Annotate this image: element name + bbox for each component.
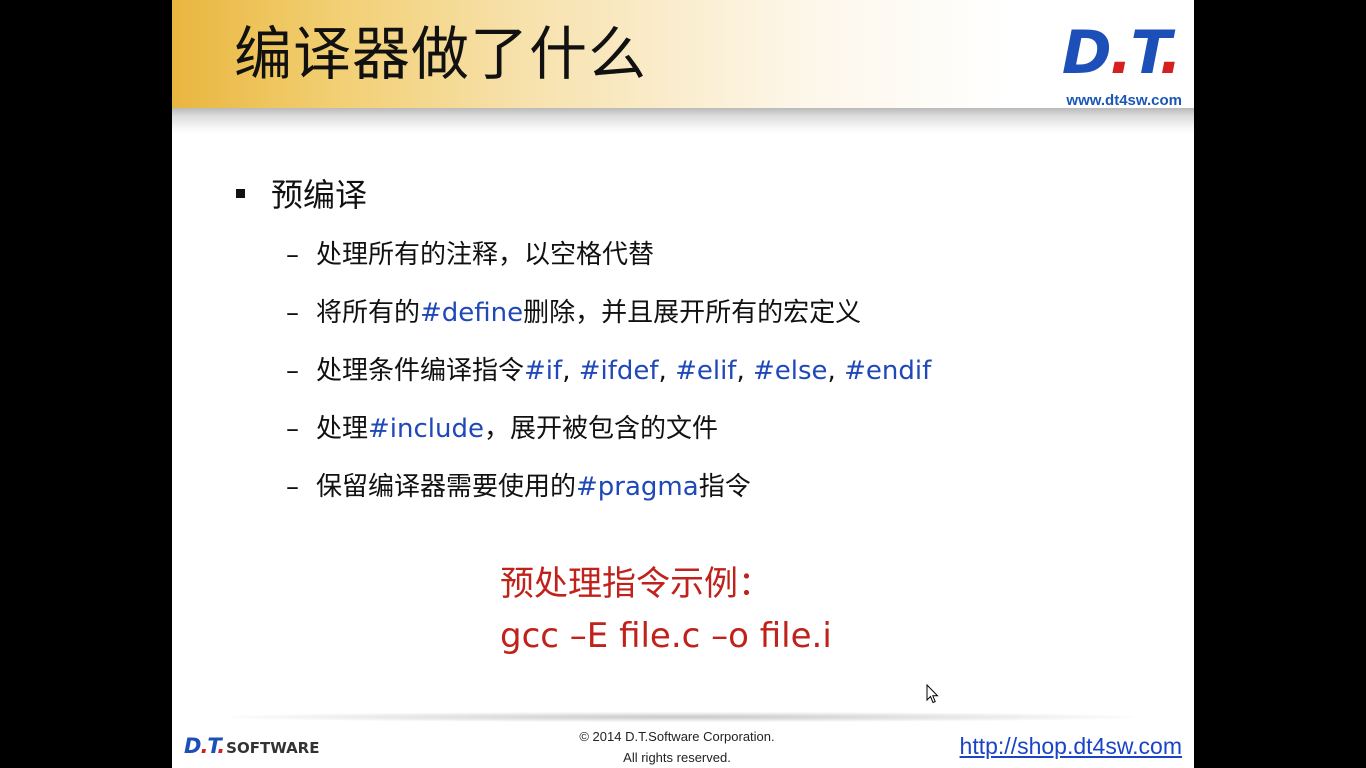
main-bullet-text: 预编译 — [271, 176, 368, 214]
code-keyword: #ifdef — [578, 356, 659, 386]
logo-dot-2: . — [1159, 18, 1182, 88]
footer-logo-d: D — [184, 734, 201, 758]
example-command: gcc –E file.c –o file.i — [500, 616, 832, 656]
dash-marker: – — [286, 298, 299, 328]
code-keyword: #define — [420, 298, 524, 328]
code-keyword: #include — [368, 414, 484, 444]
square-bullet-icon — [236, 188, 245, 198]
copyright-line-2: All rights reserved. — [623, 750, 731, 765]
item-text: ，展开被包含的文件 — [484, 414, 719, 444]
sub-item-1: – 处理所有的注释，以空格代替 — [286, 234, 654, 271]
footer-divider — [232, 712, 1132, 722]
header-shadow — [172, 108, 1194, 134]
code-keyword: #pragma — [576, 472, 699, 502]
logo-url: www.dt4sw.com — [1066, 92, 1182, 109]
item-text: 指令 — [698, 472, 751, 502]
dt-logo: D.T. — [1061, 18, 1182, 88]
copyright-line-1: © 2014 D.T.Software Corporation. — [579, 729, 775, 744]
dash-marker: – — [286, 356, 299, 386]
code-keyword: #else — [753, 356, 828, 386]
mouse-pointer-icon — [926, 684, 939, 704]
slide-header: 编译器做了什么 D.T. www.dt4sw.com — [172, 0, 1194, 110]
copyright: © 2014 D.T.Software Corporation. All rig… — [552, 726, 802, 768]
logo-letter-d: D — [1061, 18, 1112, 88]
slide: 编译器做了什么 D.T. www.dt4sw.com 预编译 – 处理所有的注释，… — [172, 0, 1194, 768]
item-text: 处理所有的注释，以空格代替 — [316, 240, 655, 270]
logo-letter-t: T — [1130, 18, 1161, 88]
footer-logo: D.T. SOFTWARE — [184, 734, 319, 758]
item-text: 删除，并且展开所有的宏定义 — [523, 298, 862, 328]
sub-item-5: – 保留编译器需要使用的#pragma指令 — [286, 466, 751, 503]
item-text: 处理 — [316, 414, 369, 444]
item-text: , — [827, 356, 845, 386]
main-bullet: 预编译 — [236, 170, 367, 216]
logo-dot-1: . — [1109, 18, 1133, 88]
item-text: , — [736, 356, 753, 386]
code-keyword: #if — [524, 356, 563, 386]
dash-marker: – — [286, 472, 299, 502]
item-text: 保留编译器需要使用的 — [316, 472, 577, 502]
item-text: 将所有的 — [316, 298, 421, 328]
item-text: 处理条件编译指令 — [316, 356, 525, 386]
example-label: 预处理指令示例： — [500, 564, 772, 604]
slide-title: 编译器做了什么 — [234, 20, 648, 88]
sub-item-4: – 处理#include，展开被包含的文件 — [286, 408, 718, 445]
dash-marker: – — [286, 240, 299, 270]
item-text: , — [562, 356, 579, 386]
code-keyword: #elif — [675, 356, 737, 386]
sub-item-2: – 将所有的#define删除，并且展开所有的宏定义 — [286, 292, 861, 329]
footer-logo-t: T — [207, 734, 218, 758]
code-keyword: #endif — [844, 356, 932, 386]
item-text: , — [658, 356, 676, 386]
dash-marker: – — [286, 414, 299, 444]
shop-link[interactable]: http://shop.dt4sw.com — [960, 733, 1182, 760]
sub-item-3: – 处理条件编译指令#if, #ifdef, #elif, #else, #end… — [286, 350, 931, 387]
footer-logo-dot-2: . — [217, 734, 225, 758]
footer-logo-word: SOFTWARE — [226, 739, 320, 757]
